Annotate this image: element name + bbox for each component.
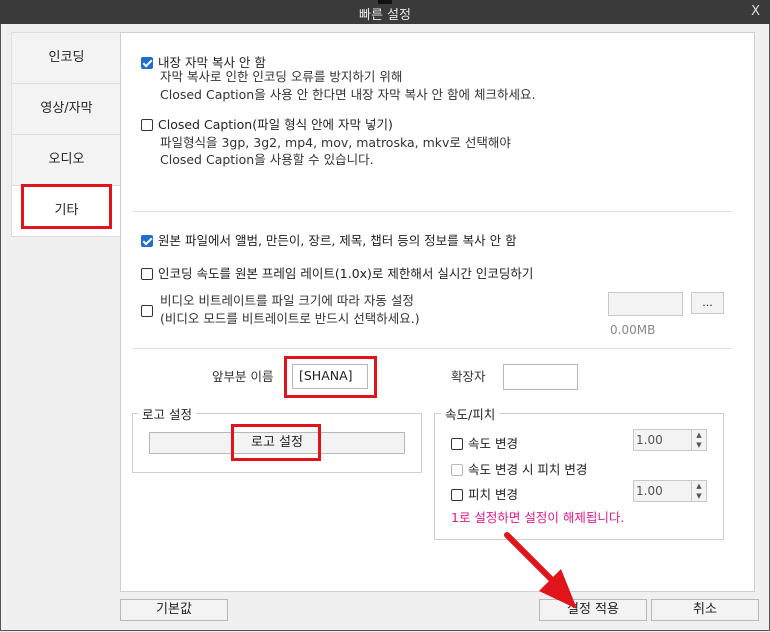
logo-settings-button[interactable]: 로고 설정: [149, 432, 405, 454]
pitch-change-label: 피치 변경: [468, 487, 518, 502]
pitch-down-icon[interactable]: ▼: [691, 491, 706, 501]
file-size-text: 0.00MB: [610, 323, 656, 337]
pitch-on-speed-label: 속도 변경 시 피치 변경: [468, 462, 588, 477]
speed-up-icon[interactable]: ▲: [691, 430, 706, 440]
tab-etc[interactable]: 기타: [12, 186, 121, 236]
speed-change-label: 속도 변경: [468, 436, 518, 451]
limit-speed-option[interactable]: 인코딩 속도를 원본 프레임 레이트(1.0x)로 제한해서 실시간 인코딩하기: [141, 263, 533, 282]
divider-2: [133, 348, 732, 349]
closed-caption-checkbox[interactable]: [141, 119, 153, 131]
red-arrow-icon: [504, 532, 577, 609]
prefix-label: 앞부분 이름: [212, 369, 274, 384]
cancel-button[interactable]: 취소: [651, 599, 759, 621]
limit-speed-checkbox[interactable]: [141, 268, 153, 280]
speed-down-icon[interactable]: ▼: [691, 440, 706, 450]
pitch-up-icon[interactable]: ▲: [691, 481, 706, 491]
pitch-change-option[interactable]: 피치 변경: [451, 484, 518, 503]
speed-change-checkbox[interactable]: [451, 438, 463, 450]
category-tabs: 인코딩 영상/자막 오디오 기타: [11, 32, 122, 237]
auto-bitrate-checkbox[interactable]: [141, 305, 153, 317]
browse-button[interactable]: ...: [691, 292, 724, 314]
extension-input[interactable]: [503, 364, 578, 390]
pitch-change-checkbox[interactable]: [451, 489, 463, 501]
prefix-input[interactable]: [SHANA]: [292, 364, 368, 389]
closed-caption-option[interactable]: Closed Caption(파일 형식 안에 자막 넣기): [141, 114, 393, 133]
auto-bitrate-checkbox-row[interactable]: [141, 303, 158, 318]
speed-value-spinner[interactable]: 1.00 ▲ ▼: [633, 429, 707, 451]
speed-pitch-legend: 속도/피치: [441, 404, 500, 423]
pitch-on-speed-option[interactable]: 속도 변경 시 피치 변경: [451, 459, 587, 478]
speed-change-option[interactable]: 속도 변경: [451, 433, 518, 452]
tab-audio[interactable]: 오디오: [12, 135, 121, 186]
file-size-input[interactable]: [608, 292, 683, 316]
default-button[interactable]: 기본값: [120, 599, 228, 621]
speed-value: 1.00: [636, 433, 663, 447]
tab-encoding[interactable]: 인코딩: [12, 33, 121, 84]
no-copy-subtitles-desc1: 자막 복사로 인한 인코딩 오류를 방지하기 위해: [160, 69, 403, 84]
window-title: 빠른 설정: [359, 8, 411, 23]
auto-bitrate-label1: 비디오 비트레이트를 파일 크기에 따라 자동 설정: [160, 293, 414, 308]
extension-label: 확장자: [451, 369, 486, 384]
logo-group-legend: 로고 설정: [138, 404, 196, 423]
pitch-value-spinner[interactable]: 1.00 ▲ ▼: [633, 480, 707, 502]
no-copy-metadata-label: 원본 파일에서 앨범, 만든이, 장르, 제목, 챕터 등의 정보를 복사 안 …: [158, 233, 517, 248]
tab-video-subtitle[interactable]: 영상/자막: [12, 84, 121, 135]
title-bar: 빠른 설정 X: [0, 0, 770, 24]
limit-speed-label: 인코딩 속도를 원본 프레임 레이트(1.0x)로 제한해서 실시간 인코딩하기: [158, 266, 534, 281]
divider-1: [133, 211, 732, 212]
no-copy-subtitles-checkbox[interactable]: [141, 57, 153, 69]
no-copy-subtitles-desc2: Closed Caption을 사용 안 한다면 내장 자막 복사 안 함에 체…: [160, 87, 536, 102]
close-icon[interactable]: X: [751, 4, 760, 19]
pitch-on-speed-checkbox[interactable]: [451, 464, 463, 476]
closed-caption-desc2: Closed Caption을 사용할 수 있습니다.: [160, 152, 374, 167]
no-copy-metadata-option[interactable]: 원본 파일에서 앨범, 만든이, 장르, 제목, 챕터 등의 정보를 복사 안 …: [141, 230, 517, 249]
pitch-value: 1.00: [636, 484, 663, 498]
closed-caption-label: Closed Caption(파일 형식 안에 자막 넣기): [158, 117, 393, 132]
closed-caption-desc1: 파일형식을 3gp, 3g2, mp4, mov, matroska, mkv로…: [160, 135, 511, 150]
auto-bitrate-label2: (비디오 모드를 비트레이트로 반드시 선택하세요.): [160, 311, 420, 326]
no-copy-metadata-checkbox[interactable]: [141, 235, 153, 247]
